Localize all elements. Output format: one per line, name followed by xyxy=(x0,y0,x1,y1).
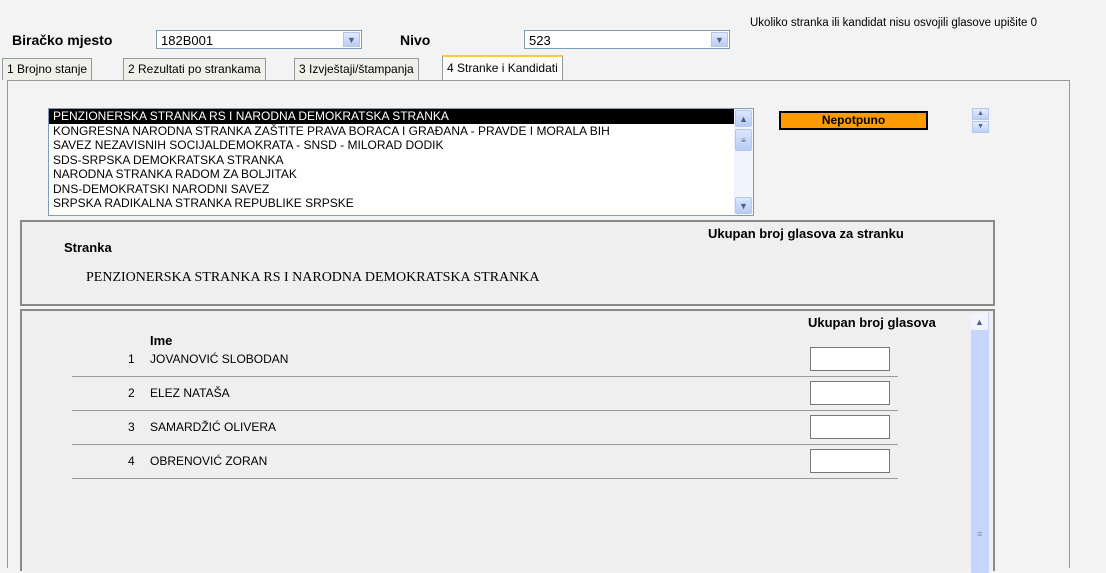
list-item[interactable]: KONGRESNA NARODNA STRANKA ZAŠTITE PRAVA … xyxy=(49,124,753,139)
instruction-note: Ukoliko stranka ili kandidat nisu osvoji… xyxy=(750,17,1038,29)
row-number: 4 xyxy=(128,454,135,468)
level-label: Nivo xyxy=(400,32,431,48)
level-value: 523 xyxy=(529,33,551,48)
votes-input[interactable] xyxy=(810,347,890,371)
table-row: 1 JOVANOVIĆ SLOBODAN xyxy=(72,344,898,377)
party-listbox[interactable]: PENZIONERSKA STRANKA RS I NARODNA DEMOKR… xyxy=(48,108,754,216)
votes-header: Ukupan broj glasova xyxy=(808,315,936,330)
party-summary-box: Stranka Ukupan broj glasova za stranku P… xyxy=(20,220,995,306)
candidate-name: ELEZ NATAŠA xyxy=(150,386,230,400)
list-item[interactable]: NARODNA STRANKA RADOM ZA BOLJITAK xyxy=(49,167,753,182)
scroll-up-icon[interactable]: ▲ xyxy=(735,110,752,127)
spinner-control[interactable]: ▲ ▼ xyxy=(972,108,989,133)
status-badge: Nepotpuno xyxy=(779,111,928,130)
spinner-down-icon[interactable]: ▼ xyxy=(972,121,989,133)
table-row: 4 OBRENOVIĆ ZORAN xyxy=(72,446,898,479)
polling-station-select[interactable]: 182B001 ▼ xyxy=(156,30,362,49)
row-number: 3 xyxy=(128,420,135,434)
list-item[interactable]: SRPSKA RADIKALNA STRANKA REPUBLIKE SRPSK… xyxy=(49,196,753,211)
party-total-header: Ukupan broj glasova za stranku xyxy=(708,226,904,241)
chevron-down-icon[interactable]: ▼ xyxy=(343,32,360,47)
polling-station-value: 182B001 xyxy=(161,33,214,48)
tab-rezultati-po-strankama[interactable]: 2 Rezultati po strankama xyxy=(123,58,266,80)
tab-izvjestaji-stampanja[interactable]: 3 Izvještaji/štampanja xyxy=(294,58,419,80)
scroll-grip-icon: ≡ xyxy=(977,529,983,539)
candidates-scrollbar[interactable]: ▲ ≡ xyxy=(970,313,989,573)
party-list-scrollbar[interactable]: ▲ ≡ ▼ xyxy=(734,109,753,215)
list-item[interactable]: DNS-DEMOKRATSKI NARODNI SAVEZ xyxy=(49,182,753,197)
row-number: 2 xyxy=(128,386,135,400)
list-item[interactable]: SDS-SRPSKA DEMOKRATSKA STRANKA xyxy=(49,153,753,168)
party-name: PENZIONERSKA STRANKA RS I NARODNA DEMOKR… xyxy=(86,270,540,285)
polling-station-label: Biračko mjesto xyxy=(12,32,113,48)
list-item[interactable]: SAVEZ NEZAVISNIH SOCIJALDEMOKRATA - SNSD… xyxy=(49,138,753,153)
votes-input[interactable] xyxy=(810,381,890,405)
scroll-down-icon[interactable]: ▼ xyxy=(735,197,752,214)
votes-input[interactable] xyxy=(810,449,890,473)
chevron-down-icon[interactable]: ▼ xyxy=(711,32,728,47)
level-select[interactable]: 523 ▼ xyxy=(524,30,730,49)
votes-input[interactable] xyxy=(810,415,890,439)
spinner-up-icon[interactable]: ▲ xyxy=(972,108,989,120)
tab-stranke-i-kandidati[interactable]: 4 Stranke i Kandidati xyxy=(442,55,563,81)
table-row: 3 SAMARDŽIĆ OLIVERA xyxy=(72,412,898,445)
candidate-name: SAMARDŽIĆ OLIVERA xyxy=(150,420,277,434)
table-row: 2 ELEZ NATAŠA xyxy=(72,378,898,411)
candidate-name: JOVANOVIĆ SLOBODAN xyxy=(150,352,289,366)
scroll-up-icon[interactable]: ▲ xyxy=(971,313,988,330)
list-item[interactable]: PENZIONERSKA STRANKA RS I NARODNA DEMOKR… xyxy=(49,109,753,124)
scroll-thumb[interactable]: ≡ xyxy=(735,129,752,151)
row-number: 1 xyxy=(128,352,135,366)
candidate-name: OBRENOVIĆ ZORAN xyxy=(150,454,268,468)
party-header: Stranka xyxy=(64,240,112,255)
tab-brojno-stanje[interactable]: 1 Brojno stanje xyxy=(2,58,93,80)
